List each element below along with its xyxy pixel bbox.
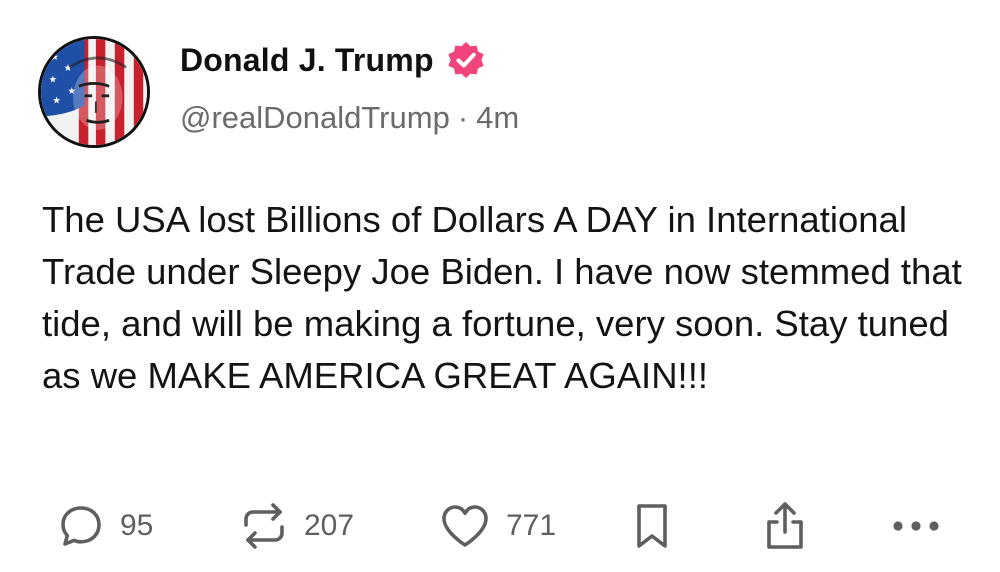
verified-badge-icon: [446, 40, 486, 80]
reply-button[interactable]: 95: [56, 498, 153, 554]
like-count: 771: [506, 509, 557, 542]
meta-separator: ·: [457, 100, 469, 135]
retruth-icon: [238, 501, 290, 551]
post-card: ★ ★ ★ ★ ★ Donald J. Trump @realDonaldTru…: [0, 0, 1000, 572]
author-handle[interactable]: @realDonaldTrump: [180, 100, 450, 135]
heart-icon: [438, 501, 492, 551]
more-icon: [888, 516, 944, 536]
retruth-count: 207: [304, 509, 355, 542]
svg-text:★: ★: [52, 95, 60, 106]
svg-text:★: ★: [49, 75, 57, 86]
author-meta-row: @realDonaldTrump · 4m: [180, 100, 519, 136]
action-bar: 95 207 771: [0, 498, 1000, 554]
bookmark-icon: [630, 500, 674, 552]
avatar-image: ★ ★ ★ ★ ★: [41, 39, 147, 145]
share-icon: [760, 500, 810, 552]
share-button[interactable]: [760, 498, 810, 554]
post-timestamp[interactable]: 4m: [476, 100, 519, 135]
author-display-name[interactable]: Donald J. Trump: [180, 42, 434, 79]
reply-count: 95: [120, 509, 154, 542]
author-name-row: Donald J. Trump: [180, 38, 486, 82]
svg-text:★: ★: [50, 52, 58, 63]
more-options-button[interactable]: [888, 498, 944, 554]
retruth-button[interactable]: 207: [238, 498, 354, 554]
like-button[interactable]: 771: [438, 498, 556, 554]
reply-icon: [56, 501, 106, 551]
bookmark-button[interactable]: [630, 498, 674, 554]
post-text: The USA lost Billions of Dollars A DAY i…: [42, 199, 962, 396]
avatar[interactable]: ★ ★ ★ ★ ★: [38, 36, 150, 148]
